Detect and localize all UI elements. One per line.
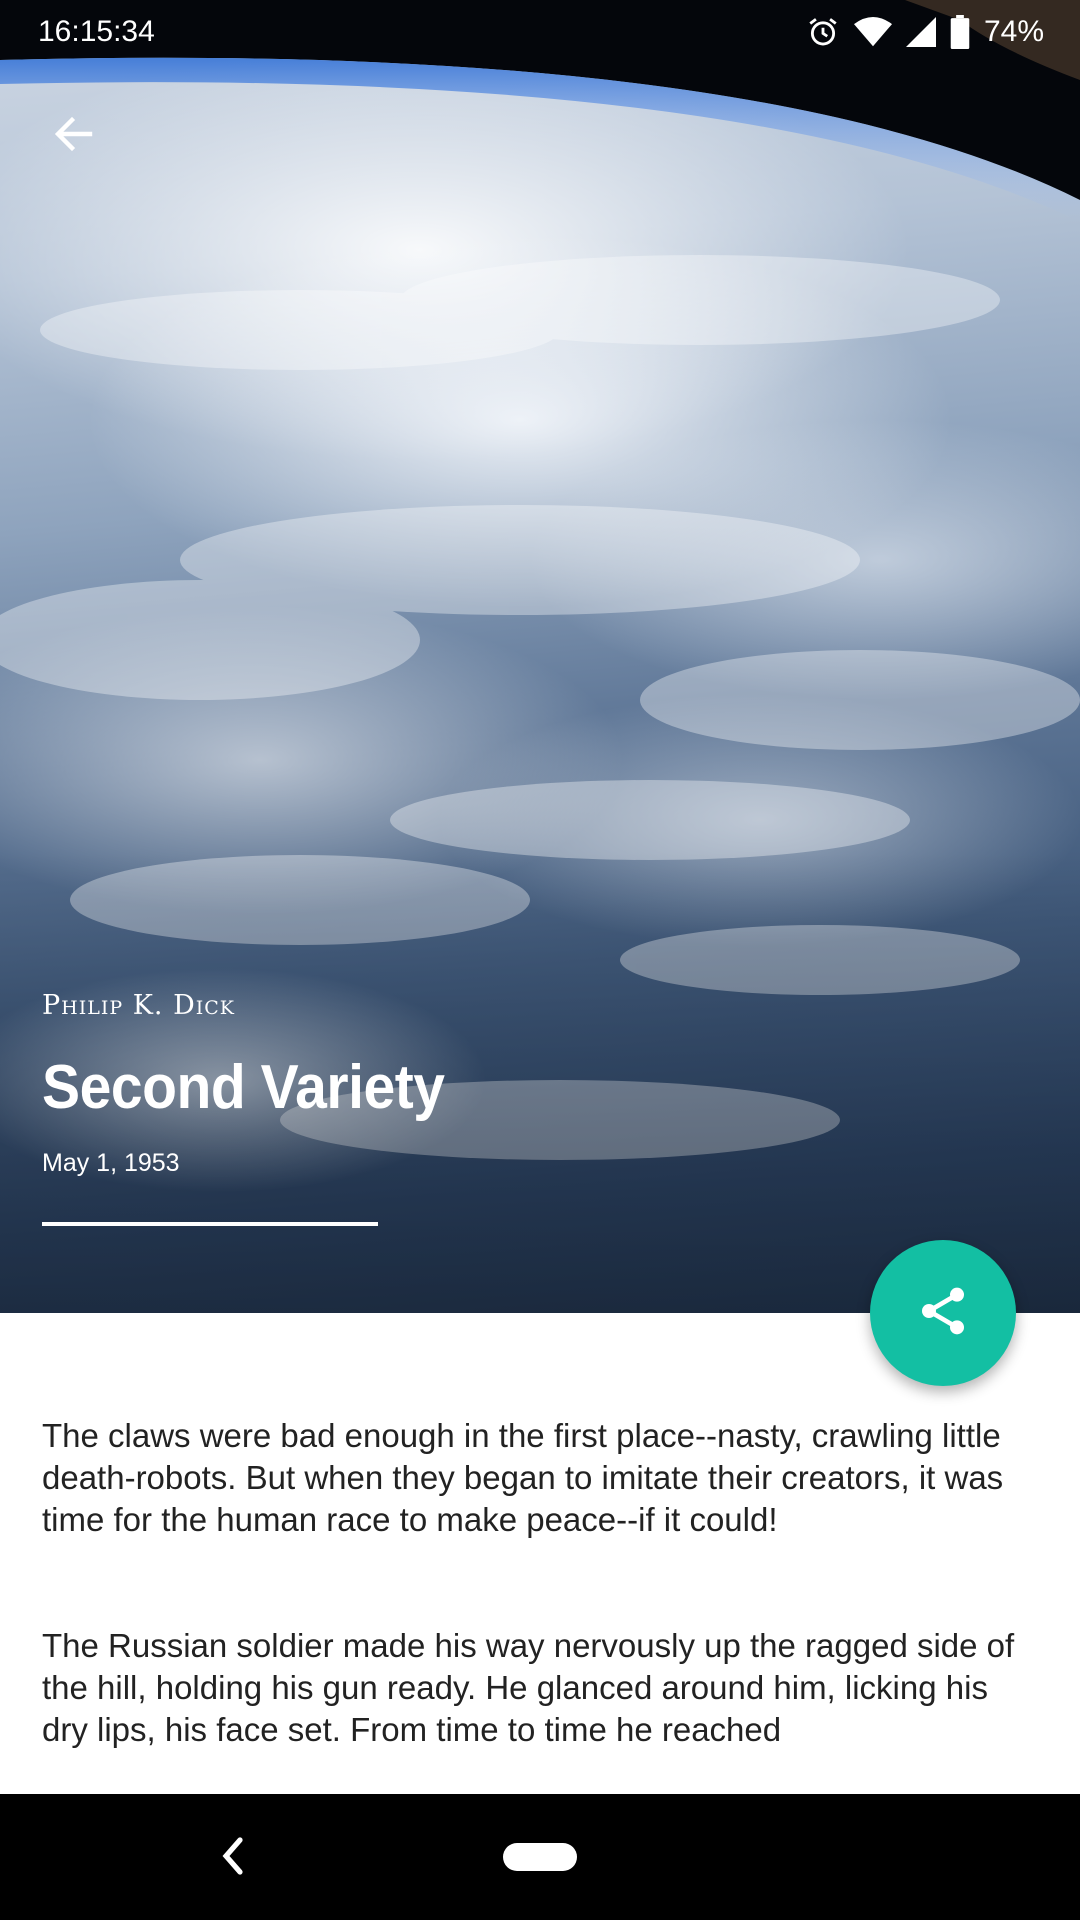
status-icons: 74% — [806, 15, 1044, 49]
share-button[interactable] — [870, 1240, 1016, 1386]
article-paragraph: The Russian soldier made his way nervous… — [42, 1627, 1015, 1748]
article-title: Second Variety — [42, 1053, 445, 1122]
article-author: Philip K. Dick — [42, 990, 235, 1021]
battery-icon — [950, 15, 970, 49]
arrow-left-icon — [50, 110, 98, 163]
status-bar: 16:15:34 74% — [0, 0, 1080, 64]
alarm-icon — [806, 15, 840, 49]
nav-home-pill[interactable] — [503, 1843, 577, 1871]
article-body: The claws were bad enough in the first p… — [42, 1415, 1032, 1795]
wifi-icon — [853, 16, 892, 48]
nav-back-icon[interactable] — [214, 1834, 254, 1878]
article-paragraph: The claws were bad enough in the first p… — [42, 1417, 1004, 1538]
battery-percent: 74% — [983, 15, 1044, 48]
article-date: May 1, 1953 — [42, 1149, 180, 1177]
status-time: 16:15:34 — [38, 15, 155, 48]
title-underline — [42, 1222, 378, 1226]
share-icon — [915, 1283, 971, 1344]
signal-icon — [905, 16, 936, 48]
back-button[interactable] — [38, 100, 110, 172]
